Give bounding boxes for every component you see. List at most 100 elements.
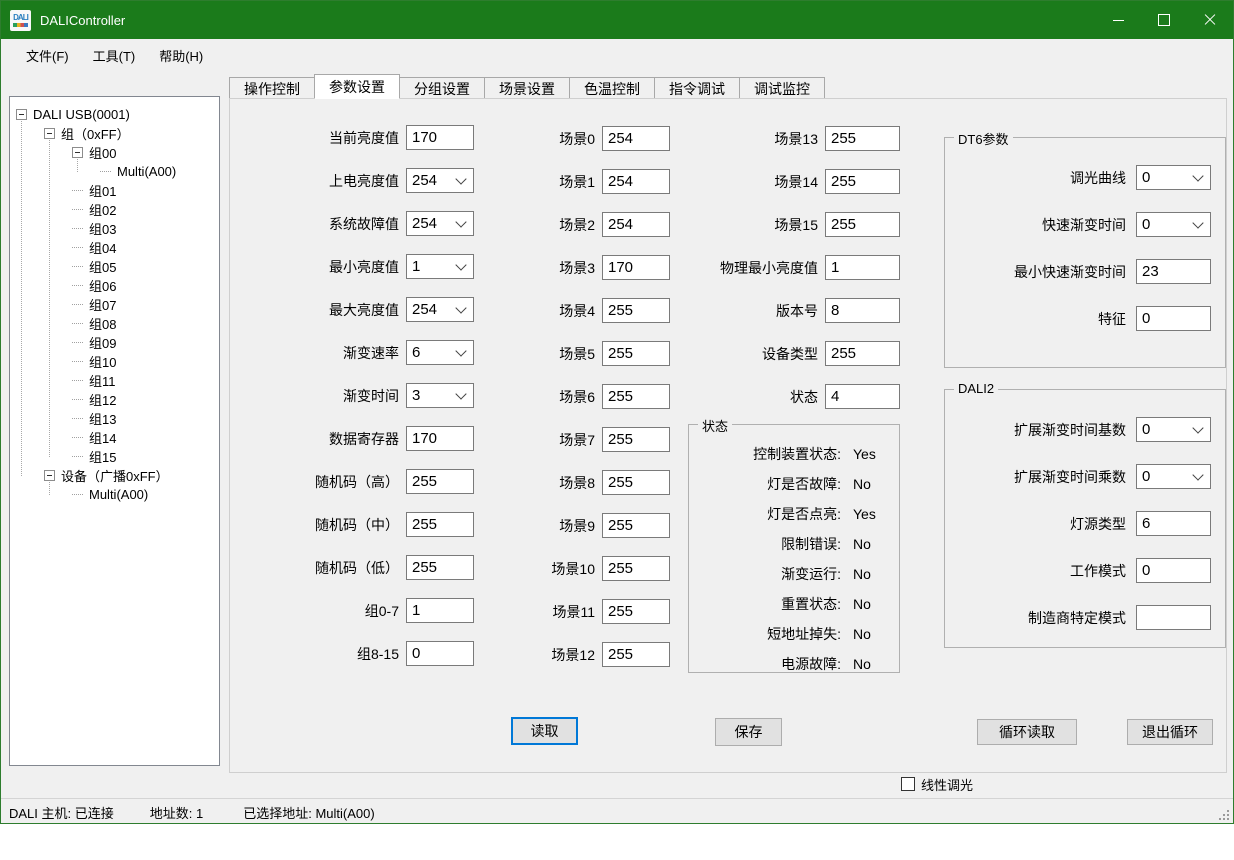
- tree-item[interactable]: 组09: [10, 333, 219, 352]
- field-combobox[interactable]: 0: [1136, 165, 1211, 190]
- field-label: 场景12: [515, 645, 595, 665]
- field-input[interactable]: [602, 255, 670, 280]
- field-input[interactable]: [406, 555, 474, 580]
- field-input[interactable]: [825, 212, 900, 237]
- field-combobox[interactable]: 0: [1136, 212, 1211, 237]
- field-input[interactable]: [406, 125, 474, 150]
- tree-item[interactable]: 组00: [10, 143, 219, 162]
- tab-1[interactable]: 操作控制: [229, 77, 315, 99]
- status-row: 短地址掉失:No: [689, 619, 899, 649]
- field-input[interactable]: [1136, 259, 1211, 284]
- tab-4[interactable]: 场景设置: [485, 77, 570, 99]
- field-input[interactable]: [602, 427, 670, 452]
- field-input[interactable]: [1136, 558, 1211, 583]
- tree-connector: [72, 285, 83, 286]
- field-input[interactable]: [825, 126, 900, 151]
- menubar: 文件(F)工具(T)帮助(H): [1, 39, 1233, 71]
- tree-item[interactable]: 组01: [10, 181, 219, 200]
- menu-item[interactable]: 工具(T): [81, 40, 148, 71]
- close-button[interactable]: [1187, 1, 1233, 39]
- tree-item[interactable]: 组（0xFF）: [10, 124, 219, 143]
- menu-item[interactable]: 文件(F): [14, 40, 81, 71]
- field-input[interactable]: [602, 212, 670, 237]
- tree-item[interactable]: 组07: [10, 295, 219, 314]
- save-button[interactable]: 保存: [715, 718, 782, 746]
- field-input[interactable]: [602, 169, 670, 194]
- tree-expand-icon[interactable]: [72, 147, 83, 158]
- tree-connector: [72, 418, 83, 419]
- tab-7[interactable]: 调试监控: [740, 77, 825, 99]
- tree-item[interactable]: 组13: [10, 409, 219, 428]
- field-input[interactable]: [406, 641, 474, 666]
- tab-3[interactable]: 分组设置: [400, 77, 485, 99]
- tree-item[interactable]: 组02: [10, 200, 219, 219]
- tab-2[interactable]: 参数设置: [314, 74, 400, 99]
- tree-item[interactable]: 组05: [10, 257, 219, 276]
- field-row: 场景8: [515, 461, 670, 504]
- status-row-value: No: [853, 566, 871, 582]
- tree-item[interactable]: 组10: [10, 352, 219, 371]
- loop-read-button[interactable]: 循环读取: [977, 719, 1077, 745]
- field-input[interactable]: [406, 469, 474, 494]
- field-input[interactable]: [602, 556, 670, 581]
- tree-expand-icon[interactable]: [16, 109, 27, 120]
- field-input[interactable]: [406, 598, 474, 623]
- combobox-value: 3: [412, 387, 420, 404]
- field-input[interactable]: [602, 470, 670, 495]
- field-combobox[interactable]: 254: [406, 211, 474, 236]
- field-input[interactable]: [406, 512, 474, 537]
- tree-expand-icon[interactable]: [44, 470, 55, 481]
- field-input[interactable]: [1136, 511, 1211, 536]
- field-row: 最小快速渐变时间: [955, 248, 1211, 295]
- field-label: 渐变速率: [249, 343, 399, 363]
- tab-5[interactable]: 色温控制: [570, 77, 655, 99]
- exit-loop-button[interactable]: 退出循环: [1127, 719, 1213, 745]
- field-combobox[interactable]: 254: [406, 168, 474, 193]
- tree-item[interactable]: 组12: [10, 390, 219, 409]
- minimize-button[interactable]: [1095, 1, 1141, 39]
- combobox-value: 254: [412, 215, 437, 232]
- field-input[interactable]: [1136, 605, 1211, 630]
- tree-item[interactable]: 设备（广播0xFF）: [10, 466, 219, 485]
- chevron-down-icon: [1192, 469, 1203, 480]
- field-input[interactable]: [602, 513, 670, 538]
- tree-item[interactable]: Multi(A00): [10, 485, 219, 504]
- tree-item[interactable]: DALI USB(0001): [10, 105, 219, 124]
- maximize-button[interactable]: [1141, 1, 1187, 39]
- field-input[interactable]: [602, 384, 670, 409]
- field-input[interactable]: [602, 341, 670, 366]
- read-button[interactable]: 读取: [511, 717, 578, 745]
- field-combobox[interactable]: 0: [1136, 417, 1211, 442]
- tree-item[interactable]: 组11: [10, 371, 219, 390]
- tree-item[interactable]: 组04: [10, 238, 219, 257]
- linear-dimming-checkbox[interactable]: 线性调光: [901, 775, 973, 793]
- tree-item[interactable]: 组06: [10, 276, 219, 295]
- field-combobox[interactable]: 1: [406, 254, 474, 279]
- field-input[interactable]: [825, 298, 900, 323]
- tree-item[interactable]: Multi(A00): [10, 162, 219, 181]
- field-input[interactable]: [602, 599, 670, 624]
- field-input[interactable]: [825, 384, 900, 409]
- field-input[interactable]: [602, 298, 670, 323]
- tree-item[interactable]: 组14: [10, 428, 219, 447]
- field-input[interactable]: [602, 642, 670, 667]
- field-combobox[interactable]: 0: [1136, 464, 1211, 489]
- tree-item[interactable]: 组08: [10, 314, 219, 333]
- tree-item[interactable]: 组03: [10, 219, 219, 238]
- field-label: 快速渐变时间: [955, 215, 1126, 235]
- tree-item[interactable]: 组15: [10, 447, 219, 466]
- field-combobox[interactable]: 6: [406, 340, 474, 365]
- field-input[interactable]: [825, 169, 900, 194]
- menu-item[interactable]: 帮助(H): [147, 40, 215, 71]
- field-input[interactable]: [406, 426, 474, 451]
- field-combobox[interactable]: 254: [406, 297, 474, 322]
- checkbox-box-icon[interactable]: [901, 777, 915, 791]
- tree-expand-icon[interactable]: [44, 128, 55, 139]
- field-input[interactable]: [602, 126, 670, 151]
- resize-grip[interactable]: [1216, 807, 1230, 821]
- tab-6[interactable]: 指令调试: [655, 77, 740, 99]
- field-input[interactable]: [825, 341, 900, 366]
- field-input[interactable]: [825, 255, 900, 280]
- field-input[interactable]: [1136, 306, 1211, 331]
- field-combobox[interactable]: 3: [406, 383, 474, 408]
